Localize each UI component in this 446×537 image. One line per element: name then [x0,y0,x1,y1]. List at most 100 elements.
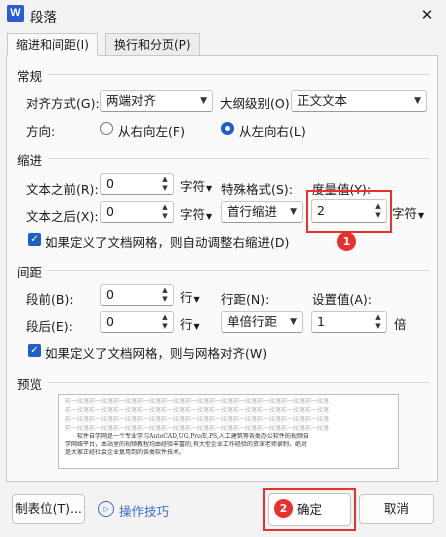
preview-previous-paragraph-line: 前一段落前一段落前一段落前一段落前一段落前一段落前一段落前一段落前一段落前一段落… [65,398,330,405]
indent-section-title: 缩进 [17,153,43,168]
cancel-button[interactable]: 取消 [359,494,434,524]
preview-sample-line: 是大家正经社会企业复用到的各类软件技术。 [65,449,186,456]
spin-up-icon[interactable]: ▲ [159,175,171,184]
spin-buttons[interactable]: ▲ ▼ [159,313,171,331]
dropdown-arrow-icon: ▼ [193,322,200,331]
alignment-value: 两端对齐 [106,93,157,108]
section-divider [48,270,430,271]
indent-after-value: 0 [106,204,114,219]
alignment-select[interactable]: 两端对齐 ▼ [100,90,213,112]
space-after-unit-select[interactable]: 行▼ [180,314,200,333]
space-after-unit: 行 [180,317,193,332]
indent-before-unit: 字符 [180,179,206,194]
spin-up-icon[interactable]: ▲ [159,286,171,295]
preview-previous-paragraph-line: 前一段落前一段落前一段落前一段落前一段落前一段落前一段落前一段落前一段落前一段落… [65,416,330,423]
space-after-stepper[interactable]: 0 ▲ ▼ [100,311,174,333]
measure-unit: 字符 [392,206,418,221]
indent-grid-checkbox[interactable]: ✓ [28,233,41,246]
line-spacing-label: 行距(N): [221,292,270,307]
space-after-value: 0 [106,314,114,329]
tips-link[interactable]: 操作技巧 [119,501,169,520]
preview-sample-line: 学网络平台，本站里的视频教程均由经验丰富的,有大型企业工作经验的资深老师录制，绝… [65,441,307,448]
space-before-value: 0 [106,287,114,302]
chevron-down-icon: ▼ [290,317,297,327]
close-button[interactable]: ✕ [408,0,446,30]
play-circle-icon[interactable]: ▷ [98,501,114,517]
spin-down-icon[interactable]: ▼ [372,322,384,331]
spin-down-icon[interactable]: ▼ [159,212,171,221]
special-format-select[interactable]: 首行缩进 ▼ [221,201,303,223]
indent-after-label: 文本之后(X): [26,209,99,224]
section-divider [48,382,430,383]
paragraph-preview: 前一段落前一段落前一段落前一段落前一段落前一段落前一段落前一段落前一段落前一段落… [58,394,399,469]
spin-up-icon[interactable]: ▲ [159,203,171,212]
special-format-label: 特殊格式(S): [221,182,293,197]
indent-before-label: 文本之前(R): [26,182,99,197]
indent-after-unit: 字符 [180,207,206,222]
tab-line-page-breaks[interactable]: 换行和分页(P) [105,33,200,56]
outline-level-value: 正文文本 [297,93,348,108]
indent-before-value: 0 [106,176,114,191]
direction-ltr-label: 从左向右(L) [239,124,306,139]
spacing-grid-checkbox[interactable]: ✓ [28,344,41,357]
spacing-section-title: 间距 [17,265,43,280]
indent-before-unit-select[interactable]: 字符▼ [180,176,212,195]
chevron-down-icon: ▼ [200,96,207,106]
indent-after-stepper[interactable]: 0 ▲ ▼ [100,201,174,223]
dropdown-arrow-icon: ▼ [206,184,213,193]
outline-level-label: 大纲级别(O): [220,96,294,111]
line-spacing-value: 单倍行距 [227,314,278,329]
indent-before-stepper[interactable]: 0 ▲ ▼ [100,173,174,195]
general-section-title: 常规 [17,69,43,84]
preview-sample-line: 软件自学网是一个专业学习AutoCAD,UG,Pro/E,PS,人工建筑等各类办… [77,433,309,440]
alignment-label: 对齐方式(G): [26,96,100,111]
title-bar: W 段落 ✕ [0,0,446,30]
direction-rtl-radio[interactable] [100,122,113,135]
preview-previous-paragraph-line: 前一段落前一段落前一段落前一段落前一段落前一段落前一段落前一段落前一段落前一段落… [65,425,330,432]
wps-app-icon: W [7,5,24,22]
direction-ltr-radio[interactable] [221,122,234,135]
measure-unit-select[interactable]: 字符▼ [392,203,424,222]
tab-indent-spacing[interactable]: 缩进和间距(I) [7,33,98,56]
spin-down-icon[interactable]: ▼ [159,295,171,304]
direction-label: 方向: [26,124,56,139]
spin-buttons[interactable]: ▲ ▼ [372,313,384,331]
spin-buttons[interactable]: ▲ ▼ [159,203,171,221]
special-format-value: 首行缩进 [227,204,278,219]
space-before-unit-select[interactable]: 行▼ [180,287,200,306]
dialog-title: 段落 [30,10,57,26]
dropdown-arrow-icon: ▼ [206,212,213,221]
tab-stops-button[interactable]: 制表位(T)... [12,494,85,524]
preview-previous-paragraph-line: 前一段落前一段落前一段落前一段落前一段落前一段落前一段落前一段落前一段落前一段落… [65,407,330,414]
spin-up-icon[interactable]: ▲ [372,313,384,322]
space-before-unit: 行 [180,290,193,305]
outline-level-select[interactable]: 正文文本 ▼ [291,90,427,112]
dropdown-arrow-icon: ▼ [418,211,425,220]
indent-grid-checkbox-label: 如果定义了文档网格，则自动调整右缩进(D) [45,235,290,250]
space-after-label: 段后(E): [26,319,73,334]
direction-rtl-label: 从右向左(F) [118,124,185,139]
chevron-down-icon: ▼ [290,207,297,217]
space-before-label: 段前(B): [26,292,74,307]
chevron-down-icon: ▼ [414,96,421,106]
line-spacing-select[interactable]: 单倍行距 ▼ [221,311,303,333]
space-before-stepper[interactable]: 0 ▲ ▼ [100,284,174,306]
annotation-badge-2: 2 [274,499,293,518]
section-divider [48,158,430,159]
spin-down-icon[interactable]: ▼ [159,184,171,193]
setting-value: 1 [317,314,325,329]
spin-up-icon[interactable]: ▲ [159,313,171,322]
spin-buttons[interactable]: ▲ ▼ [159,286,171,304]
preview-section-title: 预览 [17,377,43,392]
spin-buttons[interactable]: ▲ ▼ [159,175,171,193]
spin-down-icon[interactable]: ▼ [159,322,171,331]
section-divider [48,74,430,75]
annotation-highlight-box [306,190,392,233]
setting-value-label: 设置值(A): [312,292,373,307]
spacing-grid-checkbox-label: 如果定义了文档网格，则与网格对齐(W) [45,346,268,361]
dropdown-arrow-icon: ▼ [193,295,200,304]
indent-after-unit-select[interactable]: 字符▼ [180,204,212,223]
annotation-badge-1: 1 [337,232,356,251]
setting-value-unit: 倍 [394,317,407,332]
setting-value-stepper[interactable]: 1 ▲ ▼ [311,311,387,333]
